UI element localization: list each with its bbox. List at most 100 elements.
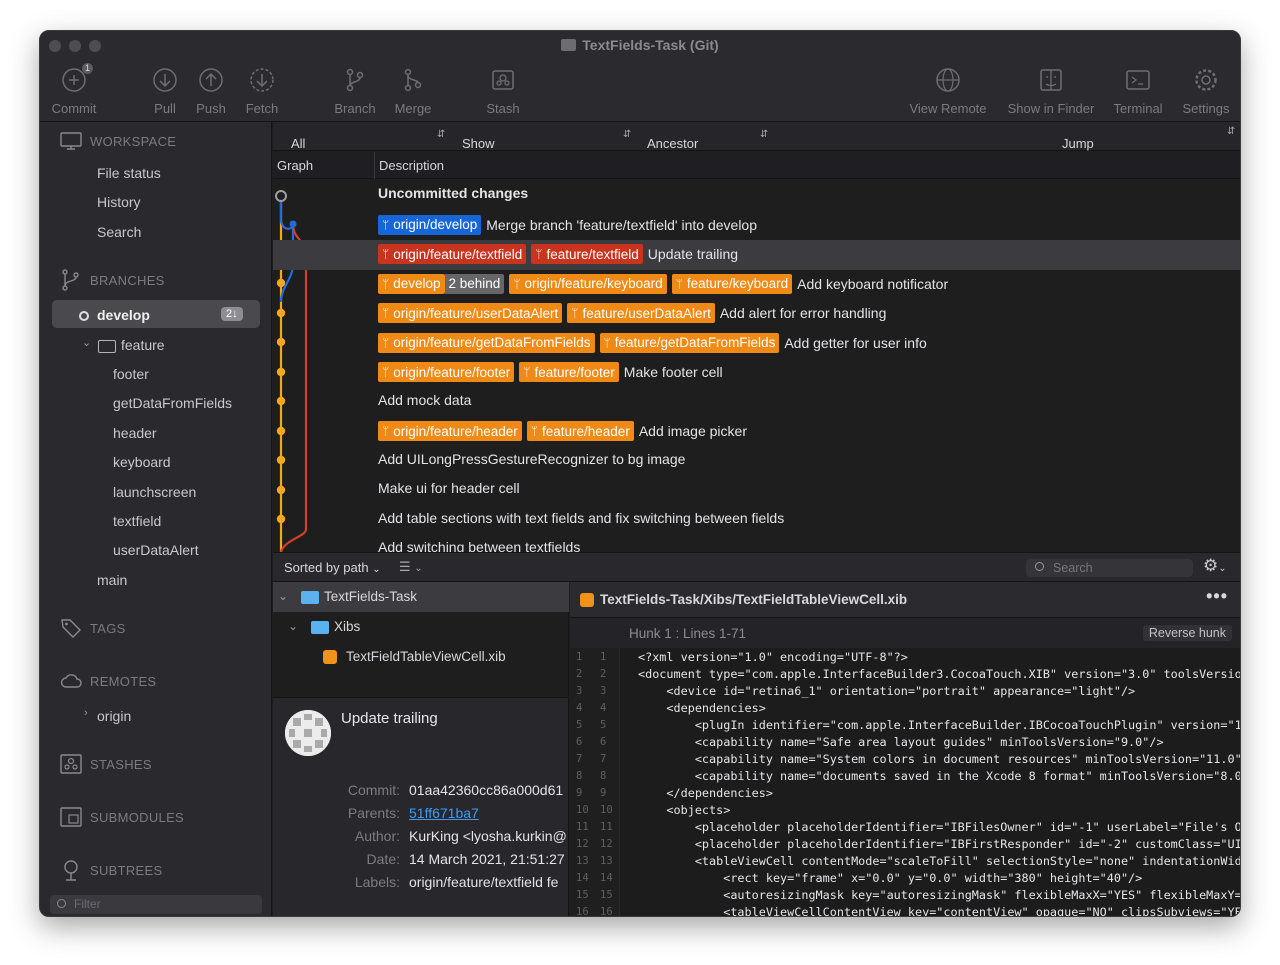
stash-icon xyxy=(60,754,82,774)
sidebar-item-textfield[interactable]: textfield xyxy=(113,513,161,529)
push-button[interactable]: Push xyxy=(191,67,231,116)
sidebar-item-file-status[interactable]: File status xyxy=(97,165,161,181)
branch-tag[interactable]: ᛘ origin/develop xyxy=(378,214,482,235)
commit-row[interactable]: ᛘ origin/feature/userDataAlert ᛘ feature/us… xyxy=(273,299,1240,329)
branch-tag[interactable]: ᛘ feature/userDataAlert xyxy=(567,303,715,323)
remotes-label: REMOTES xyxy=(90,673,157,689)
sidebar-item-main[interactable]: main xyxy=(97,572,127,588)
stashes-header[interactable]: STASHES xyxy=(60,753,152,775)
tree-row-file[interactable]: TextFieldTableViewCell.xib xyxy=(273,642,569,672)
sidebar-item-footer[interactable]: footer xyxy=(113,366,149,382)
commit-row[interactable]: Add mock data xyxy=(273,388,1240,418)
tree-row-root[interactable]: ⌄ TextFields-Task xyxy=(273,582,569,612)
tags-header[interactable]: TAGS xyxy=(60,617,126,639)
diff-file-path: TextFields-Task/Xibs/TextFieldTableViewC… xyxy=(600,592,908,607)
sidebar-item-userdataalert[interactable]: userDataAlert xyxy=(113,542,199,558)
commit-message: Add getter for user info xyxy=(784,334,927,351)
commit-row[interactable]: ᛘ origin/develop Merge branch 'feature/tex… xyxy=(273,211,1240,241)
code-text: <dependencies> xyxy=(638,701,766,715)
reverse-hunk-button[interactable]: Reverse hunk xyxy=(1142,625,1232,641)
branch-tag-label: feature/getDataFromFields xyxy=(614,335,776,350)
settings-button[interactable]: Settings xyxy=(1178,67,1234,116)
description-column-header[interactable]: Description xyxy=(379,158,444,173)
list-view-icon[interactable]: ☰ ⌄ xyxy=(399,559,423,575)
commit-row[interactable]: ᛘ origin/feature/header ᛘ feature/header Add… xyxy=(273,417,1240,447)
commit-row[interactable]: Add table sections with text fields and … xyxy=(273,506,1240,536)
subtrees-header[interactable]: SUBTREES xyxy=(60,859,162,881)
push-icon xyxy=(198,67,224,93)
folder-icon xyxy=(561,39,577,51)
fetch-button[interactable]: Fetch xyxy=(240,67,284,116)
diff-line: 2 2 <document type="com.apple.InterfaceBui… xyxy=(570,667,1240,684)
commit-label: Commit xyxy=(51,101,97,116)
show-in-finder-button[interactable]: Show in Finder xyxy=(1003,67,1099,116)
workspace-header[interactable]: WORKSPACE xyxy=(60,130,176,152)
commit-row[interactable]: ᛘ develop 2 behind ᛘ origin/feature/keyboard… xyxy=(273,270,1240,300)
commit-icon: 1 xyxy=(61,63,93,93)
sidebar-item-getdatafromfields[interactable]: getDataFromFields xyxy=(113,395,232,411)
branch-tag[interactable]: ᛘ origin/feature/userDataAlert xyxy=(378,303,563,323)
branch-button[interactable]: Branch xyxy=(330,67,380,116)
commit-button[interactable]: 1 Commit xyxy=(51,63,97,116)
pull-button[interactable]: Pull xyxy=(145,67,185,116)
remotes-header[interactable]: REMOTES xyxy=(60,670,156,692)
tree-row-folder[interactable]: ⌄ Xibs xyxy=(273,612,569,642)
submodules-header[interactable]: SUBMODULES xyxy=(60,806,184,828)
branch-tag[interactable]: ᛘ develop xyxy=(378,273,445,294)
commit-description: ᛘ origin/feature/textfield ᛘ feature/textfi… xyxy=(378,244,738,264)
stash-button[interactable]: Stash xyxy=(480,67,526,116)
terminal-button[interactable]: Terminal xyxy=(1108,67,1168,116)
diff-line: 6 6 <capability name="Safe area layout gu… xyxy=(570,735,1240,752)
file-search-input[interactable]: Search xyxy=(1026,559,1193,577)
sidebar-item-history[interactable]: History xyxy=(97,194,141,210)
gear-icon[interactable]: ⚙⌄ xyxy=(1203,556,1227,576)
feature-folder-label[interactable]: feature xyxy=(121,337,165,353)
branch-tag[interactable]: ᛘ feature/getDataFromFields xyxy=(599,332,780,353)
sidebar-item-launchscreen[interactable]: launchscreen xyxy=(113,484,196,500)
branch-tag[interactable]: ᛘ feature/footer xyxy=(519,362,619,382)
commit-row[interactable]: Add UILongPressGestureRecognizer to bg i… xyxy=(273,447,1240,477)
branch-tag[interactable]: ᛘ feature/keyboard xyxy=(671,273,793,294)
old-line-number: 2 xyxy=(576,668,583,680)
commit-row[interactable]: ᛘ origin/feature/footer ᛘ feature/footer Mak… xyxy=(273,358,1240,388)
code-text: <capability name="System colors in docum… xyxy=(638,752,1241,766)
commit-row[interactable]: Uncommitted changes xyxy=(273,181,1240,211)
parents-link[interactable]: 51ff671ba7 xyxy=(409,805,479,821)
branch-tag[interactable]: ᛘ feature/header xyxy=(526,421,634,441)
gear-icon xyxy=(1193,67,1219,93)
sidebar-item-search[interactable]: Search xyxy=(97,224,141,240)
branch-tag[interactable]: ᛘ origin/feature/textfield xyxy=(378,244,527,264)
graph-column-header[interactable]: Graph xyxy=(277,158,313,173)
push-label: Push xyxy=(196,101,226,116)
diff-line: 14 14 <rect key="frame" x="0.0" y="0.0" w… xyxy=(570,871,1240,888)
commit-row[interactable]: ᛘ origin/feature/getDataFromFields ᛘ featur… xyxy=(273,329,1240,359)
chevron-right-icon[interactable]: › xyxy=(84,707,88,719)
branch-tag[interactable]: ᛘ origin/feature/keyboard xyxy=(509,273,667,294)
submodules-label: SUBMODULES xyxy=(90,809,185,825)
sidebar-item-header[interactable]: header xyxy=(113,425,157,441)
commit-description: ᛘ origin/feature/getDataFromFields ᛘ featur… xyxy=(378,332,927,353)
commit-row[interactable]: Make ui for header cell xyxy=(273,476,1240,506)
view-remote-button[interactable]: View Remote xyxy=(906,67,990,116)
commit-row[interactable]: Add switching between textfields xyxy=(273,535,1240,552)
branch-tag[interactable]: ᛘ origin/feature/header xyxy=(378,421,522,441)
workspace-label: WORKSPACE xyxy=(90,133,177,149)
branches-header[interactable]: BRANCHES xyxy=(60,269,165,291)
branch-tag[interactable]: ᛘ origin/feature/footer xyxy=(378,362,515,382)
sidebar-item-origin[interactable]: origin xyxy=(97,708,131,724)
merge-button[interactable]: Merge xyxy=(390,67,436,116)
branch-tag[interactable]: ᛘ feature/textfield xyxy=(531,244,643,264)
xib-file-icon xyxy=(580,593,594,607)
globe-icon xyxy=(935,67,961,93)
branch-tag[interactable]: ᛘ origin/feature/getDataFromFields xyxy=(378,332,595,353)
commit-message: Add image picker xyxy=(638,423,747,439)
chevron-down-icon[interactable]: ⌄ xyxy=(82,336,91,349)
column-divider xyxy=(374,152,375,179)
sort-select[interactable]: Sorted by path ⌄ xyxy=(284,560,381,575)
sidebar-item-keyboard[interactable]: keyboard xyxy=(113,454,171,470)
more-options-icon[interactable]: ••• xyxy=(1206,586,1228,607)
sidebar-filter-input[interactable]: Filter xyxy=(50,895,262,914)
merge-label: Merge xyxy=(394,101,432,116)
diff-view: Hunk 1 : Lines 1-71 Reverse hunk 1 1 <?xml… xyxy=(570,618,1241,916)
commit-row[interactable]: ᛘ origin/feature/textfield ᛘ feature/textfi… xyxy=(273,240,1240,270)
